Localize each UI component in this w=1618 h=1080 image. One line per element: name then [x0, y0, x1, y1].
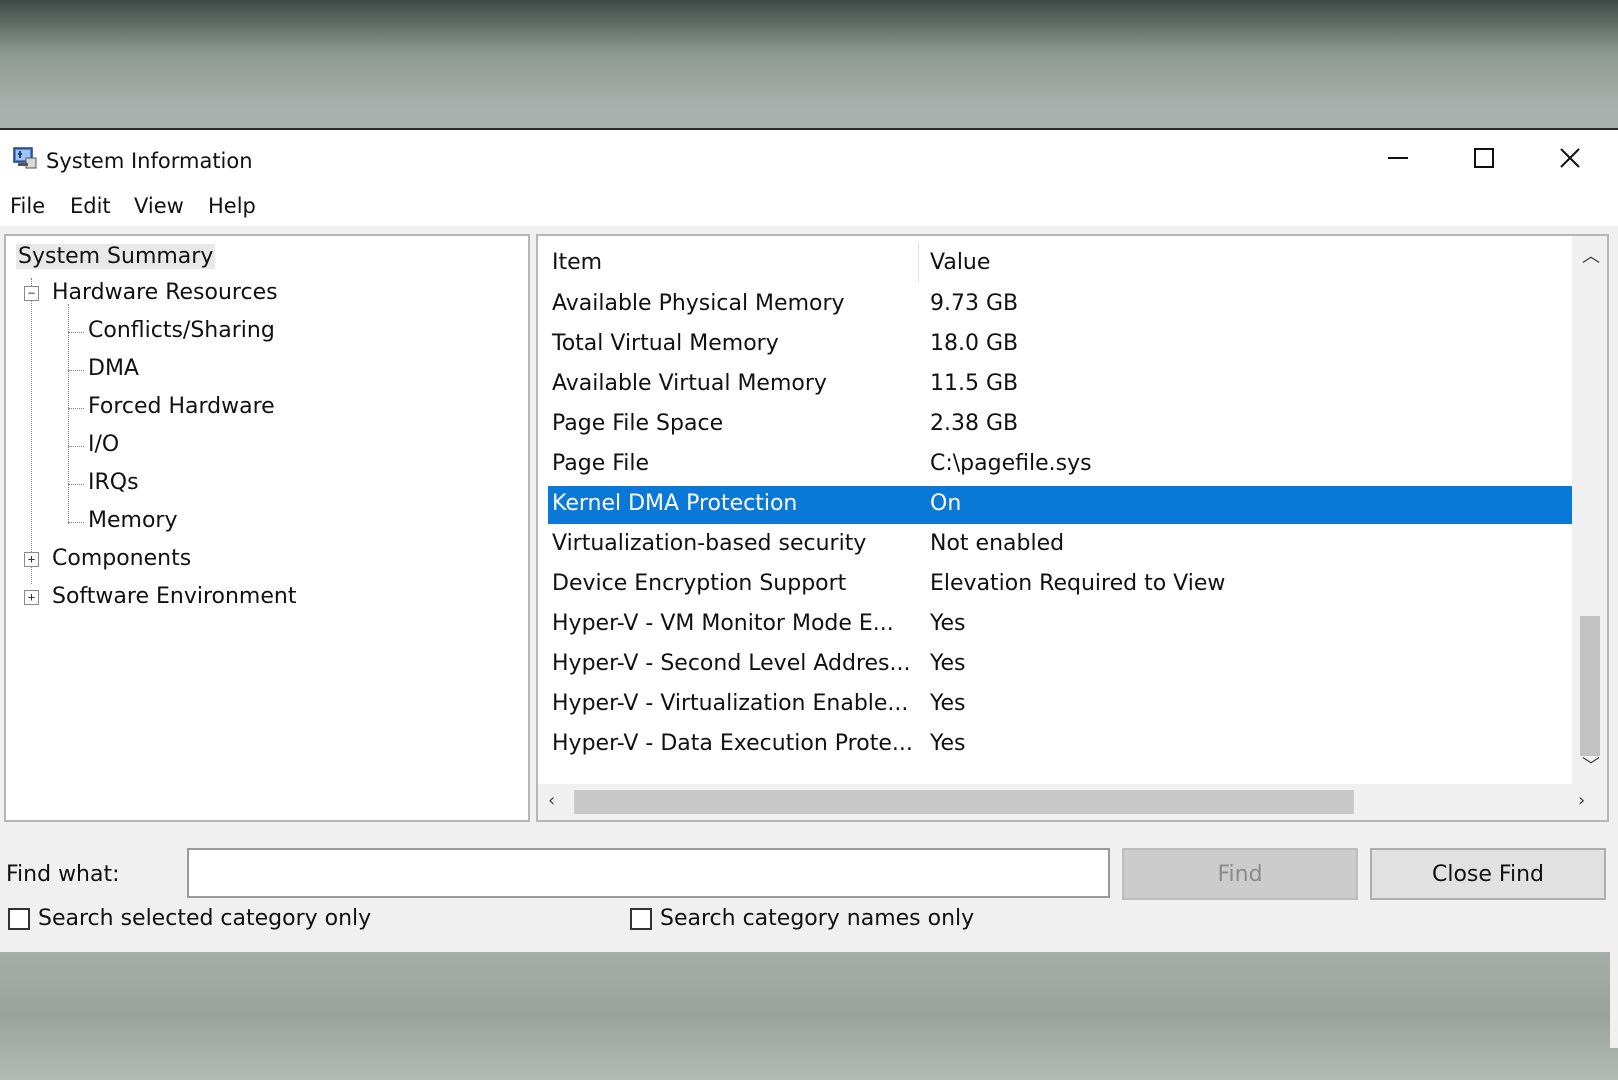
row-value-cell: Yes — [930, 611, 966, 636]
table-row[interactable]: Available Physical Memory 9.73 GB — [548, 286, 1572, 324]
row-item-cell: Available Physical Memory — [552, 291, 845, 316]
row-value-cell: 11.5 GB — [930, 371, 1019, 396]
minimize-icon — [1388, 157, 1408, 159]
tree-connector — [68, 484, 84, 485]
tree-item-system-summary[interactable]: System Summary — [16, 244, 216, 269]
expand-icon[interactable]: + — [24, 552, 39, 567]
row-value-cell: On — [930, 491, 962, 516]
search-selected-category-checkbox[interactable] — [8, 907, 30, 930]
table-row[interactable]: Hyper-V - Data Execution Prote... Yes — [548, 726, 1572, 764]
minimize-button[interactable] — [1368, 138, 1428, 178]
row-value-cell: Yes — [930, 691, 966, 716]
menu-view[interactable]: View — [134, 194, 184, 218]
row-value-cell: Not enabled — [930, 531, 1065, 556]
category-tree[interactable]: System Summary − Hardware Resources Conf… — [4, 234, 530, 822]
horizontal-scroll-thumb[interactable] — [574, 790, 1354, 814]
tree-item-dma[interactable]: DMA — [88, 356, 139, 381]
expand-icon[interactable]: + — [24, 590, 39, 605]
column-separator[interactable] — [918, 242, 919, 282]
table-row[interactable]: Hyper-V - VM Monitor Mode E... Yes — [548, 606, 1572, 644]
column-header-value[interactable]: Value — [930, 250, 990, 275]
system-information-window: System Information File Edit View Help S… — [0, 128, 1618, 1048]
row-value-cell: Elevation Required to View — [930, 571, 1226, 596]
tree-item-irqs[interactable]: IRQs — [88, 470, 139, 495]
table-row[interactable]: Total Virtual Memory 18.0 GB — [548, 326, 1572, 364]
vertical-scrollbar[interactable]: ︿ ﹀ — [1572, 236, 1607, 784]
find-button[interactable]: Find — [1122, 848, 1358, 900]
desktop-background — [0, 950, 1618, 1080]
tree-item-memory[interactable]: Memory — [88, 508, 177, 533]
table-row[interactable]: Page File C:\pagefile.sys — [548, 446, 1572, 484]
close-icon — [1560, 148, 1580, 168]
menu-edit[interactable]: Edit — [70, 194, 111, 218]
find-what-input[interactable] — [187, 848, 1110, 898]
table-row[interactable]: Hyper-V - Virtualization Enable... Yes — [548, 686, 1572, 724]
scroll-up-icon[interactable]: ︿ — [1582, 242, 1600, 268]
collapse-icon[interactable]: − — [24, 286, 39, 301]
column-header-item[interactable]: Item — [552, 250, 602, 275]
find-what-label: Find what: — [6, 862, 120, 887]
tree-item-software-environment[interactable]: Software Environment — [52, 584, 296, 609]
tree-connector — [68, 332, 84, 333]
row-value-cell: Yes — [930, 731, 966, 756]
details-list[interactable]: Item Value Available Physical Memory 9.73… — [536, 234, 1609, 822]
menu-help[interactable]: Help — [208, 194, 256, 218]
tree-item-components[interactable]: Components — [52, 546, 191, 571]
tree-item-io[interactable]: I/O — [88, 432, 119, 457]
row-value-cell: C:\pagefile.sys — [930, 451, 1092, 476]
maximize-icon — [1474, 148, 1494, 168]
window-title: System Information — [46, 149, 253, 173]
menu-file[interactable]: File — [10, 194, 45, 218]
search-selected-category-label: Search selected category only — [38, 906, 372, 931]
tree-item-forced-hardware[interactable]: Forced Hardware — [88, 394, 275, 419]
table-row[interactable]: Kernel DMA Protection On — [548, 486, 1572, 524]
vertical-scroll-thumb[interactable] — [1580, 616, 1600, 756]
window-border — [1610, 226, 1618, 1048]
close-window-button[interactable] — [1540, 138, 1600, 178]
tree-connector — [68, 408, 84, 409]
tree-connector — [68, 370, 84, 371]
tree-connector — [68, 304, 69, 524]
row-value-cell: 9.73 GB — [930, 291, 1019, 316]
search-category-names-label: Search category names only — [660, 906, 975, 931]
row-item-cell: Hyper-V - Virtualization Enable... — [552, 691, 909, 716]
tree-item-conflicts-sharing[interactable]: Conflicts/Sharing — [88, 318, 275, 343]
close-find-button[interactable]: Close Find — [1370, 848, 1606, 900]
table-row[interactable]: Device Encryption Support Elevation Requi… — [548, 566, 1572, 604]
row-item-cell: Kernel DMA Protection — [552, 491, 798, 516]
title-bar[interactable]: System Information — [0, 130, 1618, 186]
tree-connector — [31, 278, 32, 584]
table-row[interactable]: Hyper-V - Second Level Addres... Yes — [548, 646, 1572, 684]
scroll-down-icon[interactable]: ﹀ — [1582, 752, 1600, 778]
tree-connector — [68, 446, 84, 447]
search-selected-category-option[interactable]: Search selected category only — [8, 906, 371, 931]
row-item-cell: Virtualization-based security — [552, 531, 867, 556]
row-item-cell: Page File — [552, 451, 650, 476]
scroll-left-icon[interactable]: ‹ — [548, 790, 555, 811]
row-item-cell: Available Virtual Memory — [552, 371, 827, 396]
scroll-right-icon[interactable]: › — [1578, 790, 1585, 811]
row-item-cell: Page File Space — [552, 411, 724, 436]
row-value-cell: 2.38 GB — [930, 411, 1019, 436]
row-item-cell: Hyper-V - Data Execution Prote... — [552, 731, 913, 756]
table-row[interactable]: Virtualization-based security Not enabled — [548, 526, 1572, 564]
row-value-cell: Yes — [930, 651, 966, 676]
row-item-cell: Total Virtual Memory — [552, 331, 779, 356]
menu-bar: File Edit View Help — [0, 186, 1618, 226]
tree-item-hardware-resources[interactable]: Hardware Resources — [52, 280, 278, 305]
row-item-cell: Hyper-V - Second Level Addres... — [552, 651, 911, 676]
table-row[interactable]: Available Virtual Memory 11.5 GB — [548, 366, 1572, 404]
search-category-names-checkbox[interactable] — [630, 907, 652, 930]
tree-connector — [68, 522, 84, 523]
client-area: System Summary − Hardware Resources Conf… — [0, 226, 1618, 1048]
row-item-cell: Device Encryption Support — [552, 571, 847, 596]
maximize-button[interactable] — [1454, 138, 1514, 178]
horizontal-scrollbar[interactable]: ‹ › — [538, 784, 1607, 820]
row-item-cell: Hyper-V - VM Monitor Mode E... — [552, 611, 894, 636]
row-value-cell: 18.0 GB — [930, 331, 1019, 356]
system-information-app-icon — [13, 147, 37, 169]
search-category-names-option[interactable]: Search category names only — [630, 906, 974, 931]
table-row[interactable]: Page File Space 2.38 GB — [548, 406, 1572, 444]
